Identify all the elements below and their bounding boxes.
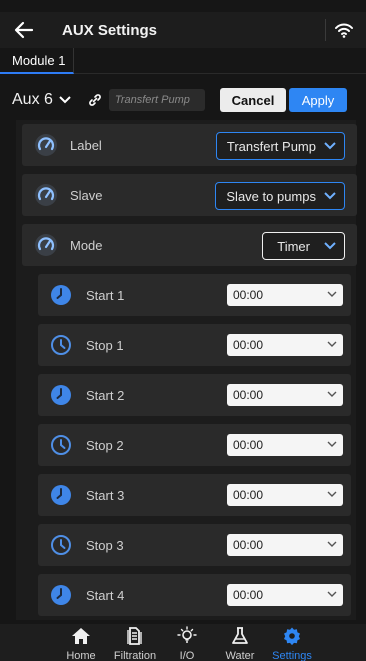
chevron-down-icon bbox=[327, 441, 337, 447]
time-select[interactable]: 00:00 bbox=[227, 334, 343, 356]
timer-row: Start 3 00:00 bbox=[38, 474, 351, 516]
time-select[interactable]: 00:00 bbox=[227, 384, 343, 406]
flask-icon bbox=[232, 627, 248, 644]
nav-item-label: Water bbox=[225, 650, 255, 661]
back-arrow-icon[interactable] bbox=[14, 20, 34, 40]
clock-icon bbox=[51, 435, 71, 455]
clock-icon bbox=[51, 485, 71, 505]
slave-select-value: Slave to pumps bbox=[226, 188, 316, 204]
label-row-label: Label bbox=[70, 137, 102, 153]
nav-item-filtration[interactable]: Filtration bbox=[105, 626, 165, 661]
timer-row-label: Start 2 bbox=[86, 387, 125, 403]
timer-row: Start 1 00:00 bbox=[38, 274, 351, 316]
clock-icon bbox=[51, 535, 71, 555]
wifi-icon[interactable] bbox=[334, 20, 354, 40]
timer-row-label: Start 4 bbox=[86, 587, 125, 603]
chevron-down-icon bbox=[324, 142, 336, 150]
nav-item-label: Settings bbox=[272, 650, 312, 661]
nav-item-io[interactable]: I/O bbox=[157, 626, 217, 661]
filtration-icon bbox=[127, 627, 142, 645]
nav-item-water[interactable]: Water bbox=[210, 626, 270, 661]
timer-row-label: Stop 1 bbox=[86, 337, 124, 353]
time-select-value: 00:00 bbox=[233, 588, 264, 602]
timer-row-label: Stop 2 bbox=[86, 437, 124, 453]
nav-item-home[interactable]: Home bbox=[51, 626, 111, 661]
chevron-down-icon bbox=[59, 96, 71, 104]
chevron-down-icon bbox=[327, 291, 337, 297]
timer-row: Start 4 00:00 bbox=[38, 574, 351, 616]
nav-item-label: Filtration bbox=[113, 650, 157, 661]
label-row: Label Transfert Pump bbox=[22, 124, 357, 166]
time-select-value: 00:00 bbox=[233, 538, 264, 552]
time-select[interactable]: 00:00 bbox=[227, 284, 343, 306]
top-divider bbox=[325, 19, 326, 41]
gauge-icon bbox=[35, 234, 57, 256]
clock-icon bbox=[51, 335, 71, 355]
mode-select[interactable]: Timer bbox=[262, 232, 345, 260]
time-select-value: 00:00 bbox=[233, 488, 264, 502]
time-select-value: 00:00 bbox=[233, 338, 264, 352]
mode-select-value: Timer bbox=[277, 238, 310, 254]
time-select-value: 00:00 bbox=[233, 438, 264, 452]
timer-row-label: Stop 3 bbox=[86, 537, 124, 553]
clock-icon bbox=[51, 285, 71, 305]
chevron-down-icon bbox=[327, 341, 337, 347]
module-tabs: Module 1 bbox=[0, 48, 366, 74]
time-select[interactable]: 00:00 bbox=[227, 484, 343, 506]
gauge-icon bbox=[35, 134, 57, 156]
aux-toolbar: Aux 6 Cancel Apply bbox=[12, 84, 358, 116]
bottom-nav: Home Filtration I/O Water Settings bbox=[0, 624, 366, 661]
clock-icon bbox=[51, 585, 71, 605]
top-bar: AUX Settings bbox=[0, 12, 366, 48]
home-icon bbox=[72, 628, 90, 644]
timer-row-label: Start 3 bbox=[86, 487, 125, 503]
aux-name-input[interactable] bbox=[108, 89, 205, 111]
gear-icon bbox=[284, 627, 300, 646]
link-icon bbox=[89, 94, 101, 106]
mode-row-label: Mode bbox=[70, 237, 103, 253]
label-select-value: Transfert Pump bbox=[226, 138, 316, 154]
cancel-button[interactable]: Cancel bbox=[220, 88, 286, 112]
tab-module-1[interactable]: Module 1 bbox=[0, 48, 75, 74]
time-select-value: 00:00 bbox=[233, 288, 264, 302]
gauge-icon bbox=[35, 184, 57, 206]
bulb-icon bbox=[177, 626, 197, 643]
nav-item-label: Home bbox=[66, 650, 96, 661]
clock-icon bbox=[51, 385, 71, 405]
time-select[interactable]: 00:00 bbox=[227, 534, 343, 556]
timer-row: Stop 1 00:00 bbox=[38, 324, 351, 366]
nav-item-settings[interactable]: Settings bbox=[262, 626, 322, 661]
page-title: AUX Settings bbox=[62, 21, 158, 39]
timer-row: Stop 2 00:00 bbox=[38, 424, 351, 466]
timer-row: Start 2 00:00 bbox=[38, 374, 351, 416]
time-select[interactable]: 00:00 bbox=[227, 584, 343, 606]
chevron-down-icon bbox=[324, 242, 336, 250]
aux-selector[interactable]: Aux 6 bbox=[12, 91, 71, 109]
slave-select[interactable]: Slave to pumps bbox=[215, 182, 345, 210]
chevron-down-icon bbox=[327, 491, 337, 497]
mode-row: Mode Timer bbox=[22, 224, 357, 266]
time-select-value: 00:00 bbox=[233, 388, 264, 402]
chevron-down-icon bbox=[327, 591, 337, 597]
label-select[interactable]: Transfert Pump bbox=[215, 132, 345, 160]
chevron-down-icon bbox=[324, 192, 336, 200]
timer-row: Stop 3 00:00 bbox=[38, 524, 351, 566]
slave-row: Slave Slave to pumps bbox=[22, 174, 357, 216]
chevron-down-icon bbox=[327, 391, 337, 397]
chevron-down-icon bbox=[327, 541, 337, 547]
slave-row-label: Slave bbox=[70, 187, 103, 203]
nav-item-label: I/O bbox=[179, 650, 195, 661]
time-select[interactable]: 00:00 bbox=[227, 434, 343, 456]
timer-row-label: Start 1 bbox=[86, 287, 125, 303]
aux-selector-label: Aux 6 bbox=[12, 91, 53, 108]
apply-button[interactable]: Apply bbox=[289, 88, 347, 112]
